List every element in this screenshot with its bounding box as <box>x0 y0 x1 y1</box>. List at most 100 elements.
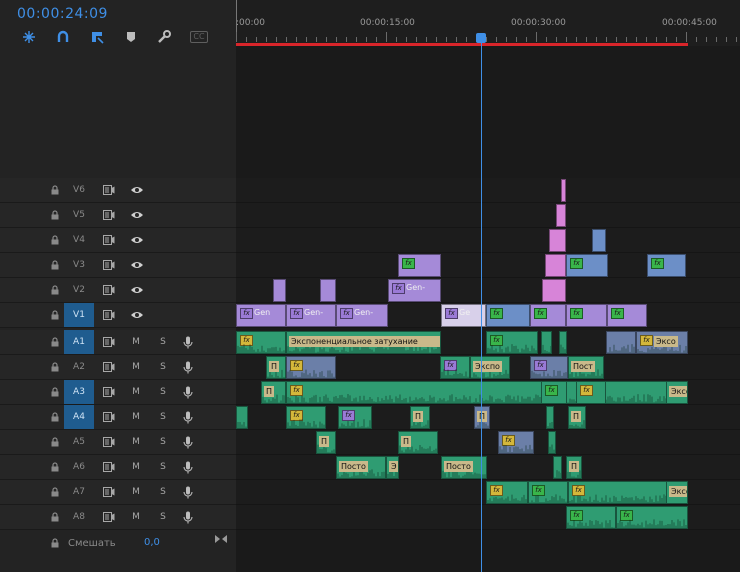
clip[interactable]: П <box>266 356 286 379</box>
sync-lock-icon[interactable] <box>103 337 115 347</box>
sync-lock-icon[interactable] <box>103 387 115 397</box>
sync-lock-icon[interactable] <box>103 462 115 472</box>
voiceover-mic-icon[interactable] <box>183 386 193 399</box>
timeline-area[interactable]: :00:00 00:00:15:00 00:00:30:00 00:00:45:00 … <box>236 0 740 572</box>
clip[interactable] <box>561 179 566 202</box>
clip[interactable]: fx <box>566 304 607 327</box>
clip[interactable] <box>548 431 556 454</box>
clip[interactable]: Посто <box>336 456 386 479</box>
track-header-a1[interactable]: A1 M S <box>0 330 236 355</box>
clip[interactable] <box>606 331 636 354</box>
track-label[interactable]: V1 <box>64 303 94 327</box>
mute-button[interactable]: M <box>130 437 142 447</box>
eye-icon[interactable] <box>130 185 144 195</box>
clip[interactable] <box>549 229 566 252</box>
clip[interactable]: fx <box>607 304 647 327</box>
clip[interactable] <box>546 406 554 429</box>
lock-icon[interactable] <box>50 337 60 347</box>
marker-icon[interactable] <box>122 29 140 45</box>
track-label[interactable]: A3 <box>64 380 94 404</box>
lock-icon[interactable] <box>50 285 60 295</box>
mix-toggle-icon[interactable] <box>214 533 228 545</box>
clip[interactable]: П <box>474 406 490 429</box>
sync-lock-icon[interactable] <box>103 362 115 372</box>
mute-button[interactable]: M <box>130 412 142 422</box>
mute-button[interactable]: M <box>130 362 142 372</box>
sync-lock-icon[interactable] <box>103 235 115 245</box>
clip[interactable]: fx <box>398 254 441 277</box>
clip[interactable]: fx <box>576 381 606 404</box>
mute-button[interactable]: M <box>130 487 142 497</box>
solo-button[interactable]: S <box>157 462 169 472</box>
add-marker-icon[interactable] <box>88 29 106 45</box>
sync-lock-icon[interactable] <box>103 285 115 295</box>
lock-icon[interactable] <box>50 387 60 397</box>
clip[interactable]: П <box>261 381 286 404</box>
track-header-a5[interactable]: A5 M S <box>0 430 236 455</box>
clip[interactable] <box>236 406 248 429</box>
lock-icon[interactable] <box>50 538 60 548</box>
clip[interactable] <box>320 279 336 302</box>
clip[interactable]: fx <box>541 381 567 404</box>
track-header-v1[interactable]: V1 <box>0 303 236 328</box>
snap-icon[interactable] <box>20 29 38 45</box>
track-label[interactable]: V6 <box>64 178 94 202</box>
clip[interactable]: fx Эксо <box>636 331 688 354</box>
voiceover-mic-icon[interactable] <box>183 486 193 499</box>
clip[interactable]: П <box>568 406 586 429</box>
lock-icon[interactable] <box>50 437 60 447</box>
track-header-v3[interactable]: V3 <box>0 253 236 278</box>
lock-icon[interactable] <box>50 362 60 372</box>
clip[interactable]: П <box>410 406 430 429</box>
sync-lock-icon[interactable] <box>103 210 115 220</box>
audio-track-row[interactable] <box>236 455 740 480</box>
clip[interactable] <box>592 229 606 252</box>
track-header-a4[interactable]: A4 M S <box>0 405 236 430</box>
playhead-line[interactable] <box>481 40 482 572</box>
track-header-v5[interactable]: V5 <box>0 203 236 228</box>
clip[interactable] <box>556 204 566 227</box>
clip[interactable]: fx <box>647 254 686 277</box>
clip[interactable]: fx <box>566 506 616 529</box>
clip[interactable]: fx Ge <box>441 304 486 327</box>
clip[interactable]: fx Gen- <box>388 279 441 302</box>
clip[interactable]: fx Gen <box>236 304 286 327</box>
clip[interactable] <box>542 279 566 302</box>
sync-lock-icon[interactable] <box>103 512 115 522</box>
clip[interactable]: Эксо <box>666 381 688 404</box>
voiceover-mic-icon[interactable] <box>183 361 193 374</box>
clip[interactable]: fx Gen- <box>336 304 388 327</box>
clip[interactable]: fx <box>286 381 688 404</box>
mute-button[interactable]: M <box>130 512 142 522</box>
track-header-a8[interactable]: A8 M S <box>0 505 236 530</box>
track-header-a2[interactable]: A2 M S <box>0 355 236 380</box>
track-label[interactable]: A2 <box>64 355 94 379</box>
track-label[interactable]: A1 <box>64 330 94 354</box>
clip[interactable]: fx <box>486 331 538 354</box>
eye-icon[interactable] <box>130 210 144 220</box>
solo-button[interactable]: S <box>157 412 169 422</box>
voiceover-mic-icon[interactable] <box>183 336 193 349</box>
track-header-a3[interactable]: A3 M S <box>0 380 236 405</box>
clip[interactable]: fx <box>530 356 568 379</box>
lock-icon[interactable] <box>50 260 60 270</box>
track-header-v6[interactable]: V6 <box>0 178 236 203</box>
track-label[interactable]: A5 <box>64 430 94 454</box>
clip[interactable] <box>553 456 562 479</box>
lock-icon[interactable] <box>50 235 60 245</box>
clip[interactable]: fx <box>440 356 470 379</box>
track-header-a7[interactable]: A7 M S <box>0 480 236 505</box>
mute-button[interactable]: M <box>130 337 142 347</box>
lock-icon[interactable] <box>50 487 60 497</box>
clip[interactable] <box>541 331 552 354</box>
lock-icon[interactable] <box>50 185 60 195</box>
video-track-row[interactable] <box>236 203 740 228</box>
clip[interactable]: Пост <box>568 356 604 379</box>
clip[interactable]: fx <box>286 406 326 429</box>
clip[interactable] <box>273 279 286 302</box>
clip[interactable]: fx <box>486 481 528 504</box>
sync-lock-icon[interactable] <box>103 260 115 270</box>
voiceover-mic-icon[interactable] <box>183 511 193 524</box>
voiceover-mic-icon[interactable] <box>183 411 193 424</box>
track-label[interactable]: V3 <box>64 253 94 277</box>
